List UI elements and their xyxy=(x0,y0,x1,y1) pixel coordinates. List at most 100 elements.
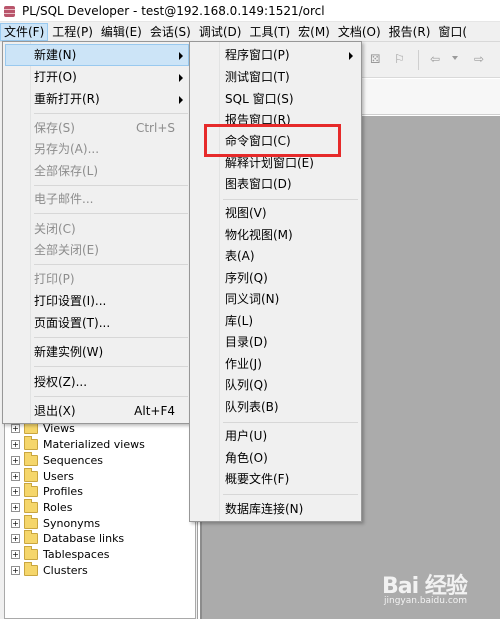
expand-icon[interactable]: + xyxy=(11,566,20,575)
folder-icon xyxy=(24,515,38,529)
new-directory[interactable]: 目录(D) xyxy=(192,331,359,353)
menu-bar: 文件(F) 工程(P) 编辑(E) 会话(S) 调试(D) 工具(T) 宏(M)… xyxy=(0,22,500,42)
file-menu-new-instance[interactable]: 新建实例(W) xyxy=(5,341,189,363)
folder-icon xyxy=(24,452,38,466)
file-menu-page-setup[interactable]: 页面设置(T)... xyxy=(5,312,189,334)
new-sequence[interactable]: 序列(Q) xyxy=(192,267,359,289)
menu-macro[interactable]: 宏(M) xyxy=(294,23,334,41)
new-submenu: 程序窗口(P) 测试窗口(T) SQL 窗口(S) 报告窗口(R) 命令窗口(C… xyxy=(189,41,362,522)
menu-separator xyxy=(34,337,188,338)
new-queue-table[interactable]: 队列表(B) xyxy=(192,396,359,418)
expand-icon[interactable]: + xyxy=(11,534,20,543)
tree-item[interactable]: + Sequences xyxy=(11,452,103,468)
file-menu: 新建(N) 打开(O) 重新打开(R) 保存(S) Ctrl+S 另存为(A)..… xyxy=(2,41,192,424)
submenu-arrow-icon xyxy=(179,74,183,82)
menu-tools[interactable]: 工具(T) xyxy=(245,23,294,41)
file-menu-save-all[interactable]: 全部保存(L) xyxy=(5,160,189,182)
menu-debug[interactable]: 调试(D) xyxy=(195,23,246,41)
expand-icon[interactable]: + xyxy=(11,487,20,496)
new-test-window[interactable]: 测试窗口(T) xyxy=(192,66,359,88)
folder-icon xyxy=(24,483,38,497)
tree-item[interactable]: + Users xyxy=(11,468,74,484)
new-table[interactable]: 表(A) xyxy=(192,245,359,267)
expand-icon[interactable]: + xyxy=(11,456,20,465)
new-queue[interactable]: 队列(Q) xyxy=(192,374,359,396)
submenu-arrow-icon xyxy=(349,52,353,60)
tree-item[interactable]: + Synonyms xyxy=(11,515,100,531)
menu-separator xyxy=(34,185,188,186)
menu-reports[interactable]: 报告(R) xyxy=(385,23,435,41)
file-menu-print-setup[interactable]: 打印设置(I)... xyxy=(5,290,189,312)
menu-project[interactable]: 工程(P) xyxy=(48,23,97,41)
folder-icon xyxy=(24,546,38,560)
folder-icon xyxy=(24,499,38,513)
app-database-icon xyxy=(3,4,17,18)
menu-edit[interactable]: 编辑(E) xyxy=(97,23,146,41)
menu-separator xyxy=(223,422,358,423)
file-menu-email[interactable]: 电子邮件... xyxy=(5,188,189,210)
expand-icon[interactable]: + xyxy=(11,424,20,433)
new-library[interactable]: 库(L) xyxy=(192,310,359,332)
forward-arrow-icon[interactable]: ⇨ xyxy=(474,52,484,68)
submenu-arrow-icon xyxy=(179,52,183,60)
tree-item[interactable]: + Materialized views xyxy=(11,436,145,452)
back-arrow-icon[interactable]: ⇦ xyxy=(430,52,440,68)
menu-separator xyxy=(223,199,358,200)
menu-separator xyxy=(34,366,188,367)
find-next-icon[interactable]: ⚐ xyxy=(394,52,405,68)
tree-item[interactable]: + Clusters xyxy=(11,562,88,578)
menu-file[interactable]: 文件(F) xyxy=(0,22,49,41)
folder-icon xyxy=(24,562,38,576)
folder-icon xyxy=(24,420,38,434)
title-bar: PL/SQL Developer - test@192.168.0.149:15… xyxy=(0,0,500,22)
new-database-link[interactable]: 数据库连接(N) xyxy=(192,498,359,520)
menu-documents[interactable]: 文档(O) xyxy=(334,23,385,41)
file-menu-reopen[interactable]: 重新打开(R) xyxy=(5,88,189,110)
expand-icon[interactable]: + xyxy=(11,550,20,559)
find-binoculars-icon[interactable]: ⚄ xyxy=(370,52,380,68)
new-user[interactable]: 用户(U) xyxy=(192,425,359,447)
new-materialized-view[interactable]: 物化视图(M) xyxy=(192,224,359,246)
folder-icon xyxy=(24,530,38,544)
new-job[interactable]: 作业(J) xyxy=(192,353,359,375)
menu-separator xyxy=(34,264,188,265)
file-menu-authorization[interactable]: 授权(Z)... xyxy=(5,371,189,393)
new-profile[interactable]: 概要文件(F) xyxy=(192,468,359,490)
new-sql-window[interactable]: SQL 窗口(S) xyxy=(192,88,359,110)
expand-icon[interactable]: + xyxy=(11,472,20,481)
file-menu-save[interactable]: 保存(S) Ctrl+S xyxy=(5,117,189,139)
folder-icon xyxy=(24,436,38,450)
baidu-jingyan-watermark: Bai 经验 jingyan.baidu.com xyxy=(382,574,468,606)
new-role[interactable]: 角色(O) xyxy=(192,447,359,469)
expand-icon[interactable]: + xyxy=(11,503,20,512)
submenu-arrow-icon xyxy=(179,96,183,104)
annotation-highlight-box xyxy=(204,124,341,157)
new-program-window[interactable]: 程序窗口(P) xyxy=(192,44,359,66)
new-diagram-window[interactable]: 图表窗口(D) xyxy=(192,173,359,195)
file-menu-new[interactable]: 新建(N) xyxy=(5,44,189,66)
menu-session[interactable]: 会话(S) xyxy=(146,23,195,41)
window-title: PL/SQL Developer - test@192.168.0.149:15… xyxy=(22,3,325,18)
tree-item[interactable]: + Database links xyxy=(11,530,124,546)
object-browser-tree: + Views + Materialized views + Sequences + U… xyxy=(4,420,196,619)
tree-item[interactable]: + Tablespaces xyxy=(11,546,109,562)
file-menu-exit[interactable]: 退出(X) Alt+F4 xyxy=(5,400,189,422)
menu-window[interactable]: 窗口( xyxy=(434,23,471,41)
file-menu-close-all[interactable]: 全部关闭(E) xyxy=(5,239,189,261)
back-dropdown-icon[interactable] xyxy=(452,56,458,60)
file-menu-open[interactable]: 打开(O) xyxy=(5,66,189,88)
file-menu-print[interactable]: 打印(P) xyxy=(5,268,189,290)
tree-item[interactable]: + Profiles xyxy=(11,483,83,499)
new-view[interactable]: 视图(V) xyxy=(192,202,359,224)
file-menu-save-as[interactable]: 另存为(A)... xyxy=(5,138,189,160)
menu-separator xyxy=(223,494,358,495)
folder-icon xyxy=(24,468,38,482)
file-menu-close[interactable]: 关闭(C) xyxy=(5,218,189,240)
toolbar-separator xyxy=(418,50,419,70)
new-synonym[interactable]: 同义词(N) xyxy=(192,288,359,310)
expand-icon[interactable]: + xyxy=(11,440,20,449)
expand-icon[interactable]: + xyxy=(11,519,20,528)
menu-separator xyxy=(34,396,188,397)
tree-item[interactable]: + Roles xyxy=(11,499,72,515)
menu-separator xyxy=(34,213,188,214)
